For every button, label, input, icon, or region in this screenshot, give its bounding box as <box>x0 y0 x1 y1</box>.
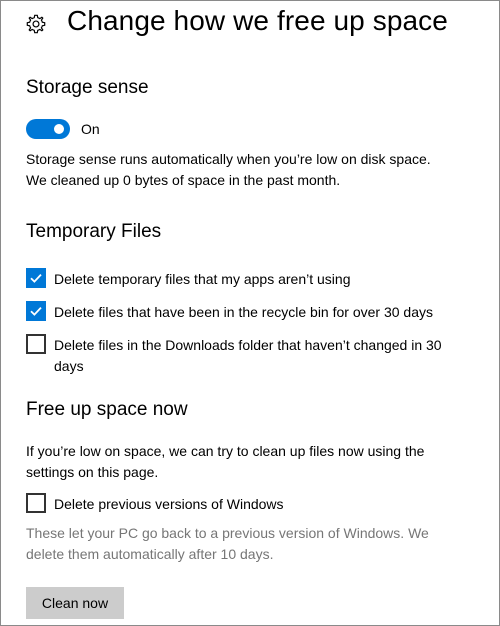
section-title-temporary-files: Temporary Files <box>26 221 162 242</box>
checkbox-label: Delete files in the Downloads folder tha… <box>54 337 442 374</box>
gear-icon <box>26 14 46 34</box>
storage-sense-description: Storage sense runs automatically when yo… <box>26 149 466 191</box>
checkbox-checked[interactable] <box>26 301 46 321</box>
free-up-description: If you’re low on space, we can try to cl… <box>26 443 425 480</box>
toggle-knob <box>54 124 64 134</box>
previous-windows-note: These let your PC go back to a previous … <box>26 525 429 562</box>
toggle-label: On <box>81 121 100 137</box>
section-title-storage-sense: Storage sense <box>26 77 149 98</box>
checkbox-checked[interactable] <box>26 268 46 288</box>
checkbox-label: Delete temporary files that my apps aren… <box>54 271 351 287</box>
checkmark-icon <box>30 306 42 316</box>
storage-sense-toggle[interactable] <box>26 119 70 139</box>
header: Change how we free up space <box>0 0 500 52</box>
checkbox-label: Delete files that have been in the recyc… <box>54 304 433 320</box>
description-line-1: Storage sense runs automatically when yo… <box>26 151 431 167</box>
clean-now-button[interactable]: Clean now <box>26 587 124 619</box>
checkbox-unchecked[interactable] <box>26 493 46 513</box>
section-title-free-up-space: Free up space now <box>26 399 188 420</box>
checkbox-label: Delete previous versions of Windows <box>54 496 284 512</box>
page-title: Change how we free up space <box>67 5 448 36</box>
checkmark-icon <box>30 273 42 283</box>
description-line-2: We cleaned up 0 bytes of space in the pa… <box>26 172 341 188</box>
checkbox-unchecked[interactable] <box>26 334 46 354</box>
